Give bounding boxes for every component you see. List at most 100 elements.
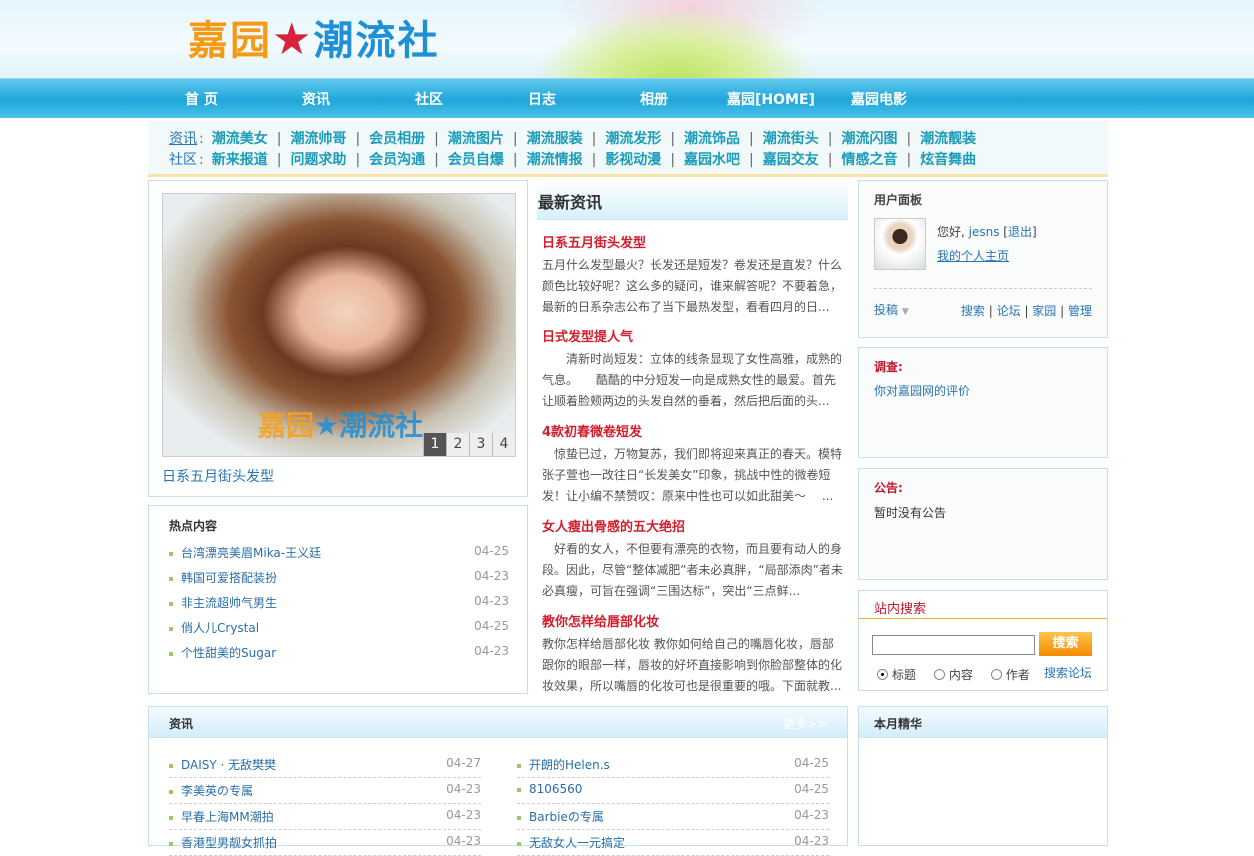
username-link[interactable]: jesns <box>969 225 1000 239</box>
item-date: 04-23 <box>474 594 509 608</box>
subnav-item[interactable]: 潮流靓装 <box>920 131 976 147</box>
list-item[interactable]: 开朗的Helen.s 04-25 <box>517 752 829 778</box>
item-title[interactable]: 个性甜美的Sugar <box>181 646 276 660</box>
radio-title[interactable]: 标题 <box>877 668 916 682</box>
subnav-item[interactable]: 潮流服装 <box>527 131 583 147</box>
article-title[interactable]: 日系五月街头发型 <box>542 232 844 251</box>
nav-movies[interactable]: 嘉园电影 <box>851 89 907 109</box>
list-item[interactable]: 无敌女人一元搞定 04-23 <box>517 830 829 856</box>
slide-page-button[interactable]: 1 <box>423 433 446 456</box>
info-title: 资讯 <box>169 717 194 731</box>
radio-label: 内容 <box>948 668 973 682</box>
article-summary: 五月什么发型最火？长发还是短发？卷发还是直发？什么颜色比较好呢？这么多的疑问，谁… <box>542 258 843 314</box>
user-panel-title: 用户面板 <box>874 193 923 207</box>
admin-link[interactable]: 管理 <box>1068 304 1092 318</box>
article-title[interactable]: 女人瘦出骨感的五大绝招 <box>542 516 844 535</box>
list-item[interactable]: 个性甜美的Sugar 04-23 <box>169 644 509 664</box>
nav-home[interactable]: 首 页 <box>185 89 218 109</box>
item-title[interactable]: 香港型男靓女抓拍 <box>181 836 277 850</box>
list-item[interactable]: 俏人儿Crystal 04-25 <box>169 619 509 639</box>
site-logo[interactable]: 嘉园★潮流社 <box>188 8 439 66</box>
nav-album[interactable]: 相册 <box>640 89 668 109</box>
item-title[interactable]: DAISY · 无敌樊樊 <box>181 758 276 772</box>
notice-title: 公告: <box>874 481 903 495</box>
search-link[interactable]: 搜索 <box>961 304 985 318</box>
slide-pager: 1234 <box>423 433 515 456</box>
bullet-icon <box>169 815 173 820</box>
slideshow-image[interactable]: 嘉园★潮流社 1234 <box>162 193 516 457</box>
item-title[interactable]: 李美英の专属 <box>181 784 253 798</box>
article-title[interactable]: 日式发型提人气 <box>542 326 844 345</box>
item-title[interactable]: Barbieの专属 <box>529 810 604 824</box>
nav-blog[interactable]: 日志 <box>528 89 556 109</box>
nav-community[interactable]: 社区 <box>415 89 443 109</box>
subnav-item[interactable]: 潮流饰品 <box>684 131 740 147</box>
radio-content[interactable]: 内容 <box>933 668 973 682</box>
item-title[interactable]: 俏人儿Crystal <box>181 621 259 635</box>
avatar[interactable] <box>874 218 926 270</box>
search-forum-link[interactable]: 搜索论坛 <box>1044 664 1092 681</box>
subnav-item[interactable]: 新来报道 <box>212 152 268 168</box>
notice-text: 暂时没有公告 <box>874 506 947 520</box>
radio-author[interactable]: 作者 <box>990 668 1030 682</box>
subnav-item[interactable]: 嘉园交友 <box>763 152 819 168</box>
nav-news[interactable]: 资讯 <box>302 89 330 109</box>
subnav-item[interactable]: 潮流街头 <box>763 131 819 147</box>
search-button[interactable]: 搜索 <box>1039 632 1092 656</box>
item-title[interactable]: 非主流超帅气男生 <box>181 596 277 610</box>
info-header <box>149 707 847 738</box>
subnav-item[interactable]: 嘉园水吧 <box>684 152 740 168</box>
subnav-label[interactable]: 社区 <box>169 152 197 168</box>
my-homepage-link[interactable]: 我的个人主页 <box>937 247 1009 264</box>
list-item[interactable]: 台湾漂亮美眉Mika-王义廷 04-25 <box>169 544 509 564</box>
list-item[interactable]: 香港型男靓女抓拍 04-23 <box>169 830 481 856</box>
subnav-item[interactable]: 潮流美女 <box>212 131 268 147</box>
subnav-item[interactable]: 情感之音 <box>841 152 897 168</box>
slide-page-button[interactable]: 2 <box>446 433 469 456</box>
subnav-item[interactable]: 潮流闪图 <box>841 131 897 147</box>
subnav-item[interactable]: 潮流情报 <box>527 152 583 168</box>
survey-link[interactable]: 你对嘉园网的评价 <box>874 382 970 399</box>
item-title[interactable]: 8106560 <box>529 782 582 796</box>
post-dropdown[interactable]: 投稿 ▼ <box>874 301 909 318</box>
subnav-item[interactable]: 会员自爆 <box>448 152 504 168</box>
item-title[interactable]: 台湾漂亮美眉Mika-王义廷 <box>181 546 321 560</box>
subnav-item[interactable]: 潮流帅哥 <box>290 131 346 147</box>
list-item[interactable]: 非主流超帅气男生 04-23 <box>169 594 509 614</box>
subnav-item[interactable]: 问题求助 <box>290 152 346 168</box>
nav-jiayuan-home[interactable]: 嘉园[HOME] <box>727 89 815 109</box>
list-item[interactable]: 韩国可爱搭配装扮 04-23 <box>169 569 509 589</box>
list-item[interactable]: 早春上海MM潮拍 04-23 <box>169 804 481 830</box>
sub-nav: 资讯: 潮流美女 | 潮流帅哥 | 会员相册 | 潮流图片 | 潮流服装 | 潮流发形 | 潮流饰品 | 潮流… <box>148 121 1108 177</box>
list-item[interactable]: 李美英の专属 04-23 <box>169 778 481 804</box>
bullet-icon <box>169 763 173 768</box>
search-input[interactable] <box>872 635 1035 655</box>
article-title[interactable]: 4款初春微卷短发 <box>542 421 844 440</box>
subnav-item[interactable]: 影视动漫 <box>605 152 661 168</box>
item-date: 04-25 <box>474 619 509 633</box>
more-link[interactable]: 更多>> <box>783 715 827 732</box>
article-title[interactable]: 教你怎样给唇部化妆 <box>542 611 844 630</box>
slide-page-button[interactable]: 4 <box>492 433 515 456</box>
item-date: 04-25 <box>474 544 509 558</box>
subnav-item[interactable]: 炫音舞曲 <box>920 152 976 168</box>
list-item[interactable]: Barbieの专属 04-23 <box>517 804 829 830</box>
subnav-item[interactable]: 会员沟通 <box>369 152 425 168</box>
item-title[interactable]: 无敌女人一元搞定 <box>529 836 625 850</box>
list-item[interactable]: 8106560 04-25 <box>517 778 829 804</box>
logout-link[interactable]: 退出 <box>1008 225 1032 239</box>
slide-page-button[interactable]: 3 <box>469 433 492 456</box>
forum-link[interactable]: 论坛 <box>997 304 1021 318</box>
subnav-item[interactable]: 会员相册 <box>369 131 425 147</box>
subnav-item[interactable]: 潮流发形 <box>605 131 661 147</box>
item-title[interactable]: 韩国可爱搭配装扮 <box>181 571 277 585</box>
radio-label: 作者 <box>1005 668 1030 682</box>
subnav-label[interactable]: 资讯 <box>169 131 197 147</box>
item-title[interactable]: 早春上海MM潮拍 <box>181 810 274 824</box>
slide-caption[interactable]: 日系五月街头发型 <box>162 466 274 486</box>
bullet-icon <box>169 789 173 794</box>
subnav-item[interactable]: 潮流图片 <box>448 131 504 147</box>
home-link[interactable]: 家园 <box>1032 304 1056 318</box>
list-item[interactable]: DAISY · 无敌樊樊 04-27 <box>169 752 481 778</box>
item-title[interactable]: 开朗的Helen.s <box>529 758 610 772</box>
